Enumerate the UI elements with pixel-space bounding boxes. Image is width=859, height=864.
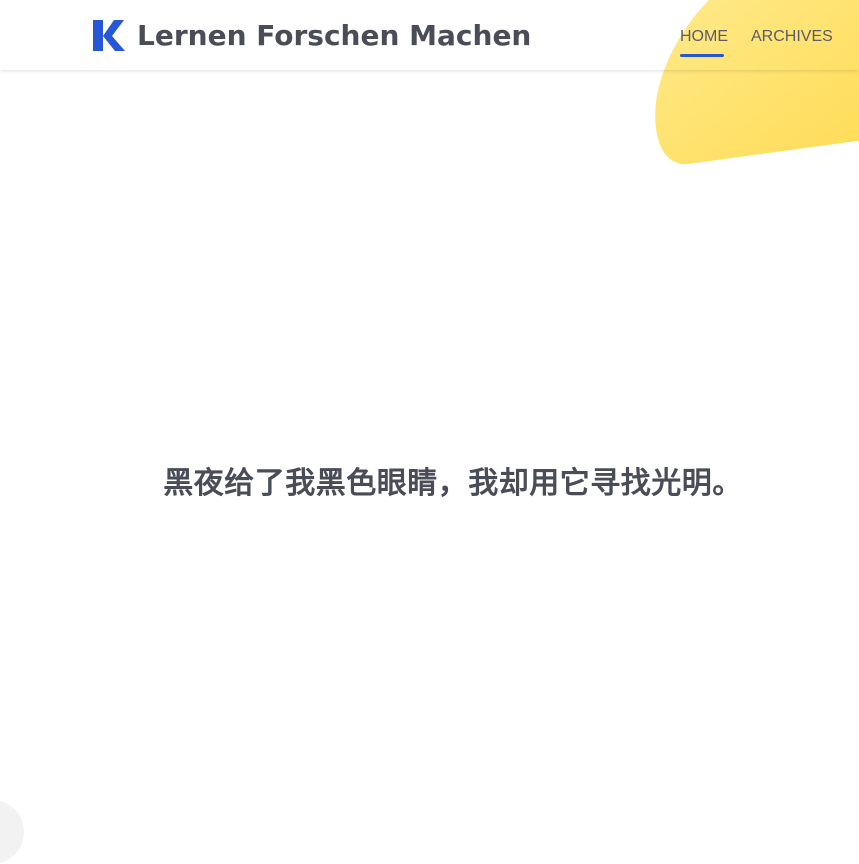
hero-quote: 黑夜给了我黑色眼睛，我却用它寻找光明。 — [163, 466, 743, 501]
decorative-gray-blob — [0, 800, 24, 864]
k-logo-icon[interactable] — [93, 20, 126, 52]
nav-item-home[interactable]: HOME — [680, 26, 728, 48]
nav-item-archives[interactable]: ARCHIVES — [751, 26, 833, 48]
site-title[interactable]: Lernen Forschen Machen — [137, 16, 531, 56]
nav-active-indicator — [680, 54, 724, 57]
site-header: Lernen Forschen Machen HOME ARCHIVES — [0, 0, 859, 70]
